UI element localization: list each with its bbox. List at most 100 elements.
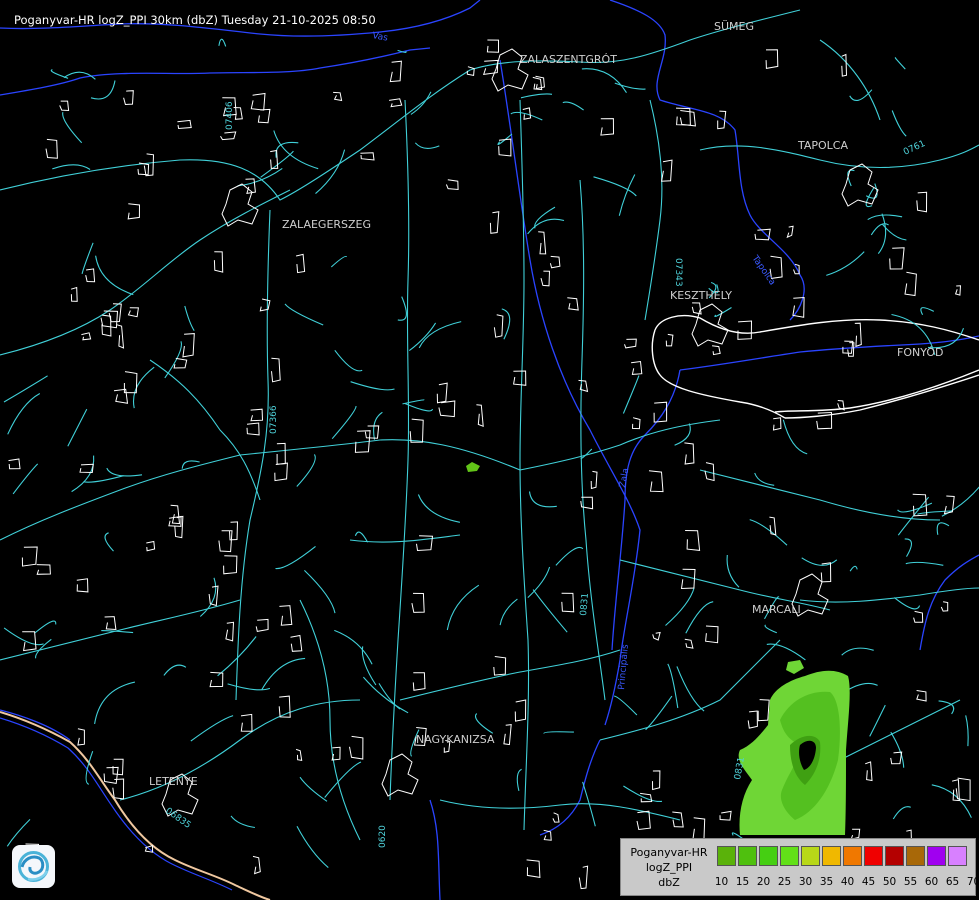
settlement — [631, 417, 641, 430]
settlement — [177, 119, 192, 130]
city-marcali: MARCALI — [752, 603, 801, 616]
legend-swatch — [758, 846, 779, 866]
settlement — [549, 255, 561, 269]
settlement — [21, 546, 38, 567]
settlement — [653, 401, 668, 423]
legend-ticks: 10 15 20 25 30 35 40 45 50 55 60 65 70 — [711, 876, 979, 888]
radar-echoes — [466, 462, 850, 835]
minor-road — [516, 768, 522, 792]
minor-road — [3, 375, 48, 403]
echo-main — [786, 660, 804, 674]
minor-road — [528, 491, 557, 508]
town — [841, 163, 879, 207]
settlement — [225, 621, 235, 642]
road — [299, 599, 361, 841]
minor-road — [665, 587, 695, 626]
settlement — [146, 540, 156, 552]
city-zalaegerszeg: ZALAEGERSZEG — [282, 218, 371, 231]
settlement — [409, 418, 424, 443]
settlement — [916, 690, 927, 702]
settlement — [685, 530, 701, 551]
town — [691, 303, 729, 347]
settlement — [22, 631, 37, 652]
minor-road — [801, 557, 838, 566]
minor-road — [275, 545, 316, 570]
minor-road — [7, 393, 41, 435]
settlement — [940, 601, 949, 612]
settlement — [636, 810, 651, 831]
road — [0, 599, 241, 661]
echo-small — [466, 462, 480, 472]
road-label: 07406 — [225, 101, 235, 130]
minor-road — [894, 57, 906, 70]
minor-road — [334, 349, 363, 372]
settlement — [954, 285, 962, 296]
legend-tick: 40 — [840, 876, 855, 888]
legend-swatch — [779, 846, 800, 866]
minor-road — [83, 475, 124, 483]
settlement — [567, 297, 579, 311]
settlement — [112, 778, 125, 800]
settlement — [717, 110, 727, 130]
settlement — [182, 333, 195, 358]
settlement — [364, 425, 380, 439]
road-label: 0761 — [902, 139, 927, 158]
legend-tick: 30 — [798, 876, 813, 888]
settlement — [45, 138, 58, 159]
minor-road — [275, 141, 299, 158]
minor-road — [101, 630, 134, 634]
legend-unit: dbZ — [658, 876, 680, 889]
road-label: 07366 — [269, 405, 279, 434]
minor-road — [897, 496, 930, 536]
river-label-tapolca: Tapolca — [749, 253, 777, 287]
settlement — [81, 332, 92, 341]
settlement — [514, 699, 527, 722]
minor-road — [527, 218, 565, 235]
minor-road — [106, 467, 143, 477]
minor-road — [104, 532, 114, 552]
settlement — [295, 748, 303, 762]
legend-swatch — [737, 846, 758, 866]
settlement — [854, 322, 862, 348]
minor-road — [362, 676, 409, 714]
settlement — [631, 360, 643, 375]
settlement — [349, 735, 364, 760]
minor-road — [920, 307, 935, 316]
minor-road — [766, 643, 806, 661]
city-fonyod: FONYÓD — [897, 346, 943, 359]
legend-tick: 60 — [924, 876, 939, 888]
city-keszthely: KESZTHELY — [670, 289, 732, 302]
settlement — [389, 98, 403, 108]
settlement — [540, 270, 551, 287]
settlement — [513, 370, 527, 386]
settlement — [250, 408, 264, 422]
minor-road — [304, 570, 336, 614]
settlement — [271, 357, 281, 383]
minor-road — [404, 403, 433, 412]
minor-road — [826, 251, 865, 276]
minor-road — [841, 647, 874, 656]
minor-road — [543, 731, 574, 734]
minor-road — [749, 519, 788, 546]
legend-product: logZ_PPI — [645, 861, 693, 874]
legend-tick: 35 — [819, 876, 834, 888]
settlement — [757, 699, 770, 722]
river-label-vas: Vas — [371, 31, 388, 44]
city-zalaszentgrot: ZALASZENTGRÓT — [520, 53, 617, 66]
settlement — [493, 656, 507, 676]
settlement — [445, 179, 459, 191]
settlement — [77, 728, 85, 746]
minor-road — [849, 89, 873, 102]
minor-road — [936, 522, 950, 535]
minor-road — [334, 629, 373, 665]
settlement — [209, 671, 224, 688]
legend-swatch — [717, 846, 737, 866]
minor-road — [67, 408, 88, 447]
minor-road — [218, 38, 227, 47]
settlement — [476, 404, 484, 428]
minor-road — [622, 375, 640, 414]
settlement — [648, 470, 664, 493]
settlement — [600, 118, 615, 136]
road — [0, 189, 291, 356]
settlement — [290, 634, 303, 652]
